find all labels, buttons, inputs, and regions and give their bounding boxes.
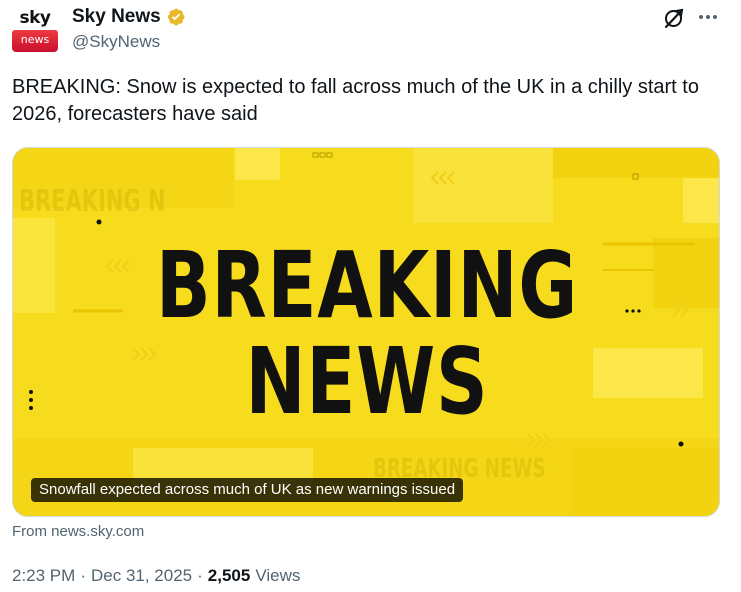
meta-separator: · [197, 566, 203, 585]
tweet-date[interactable]: Dec 31, 2025 [91, 566, 192, 586]
card-headline-line-2: NEWS [245, 328, 489, 435]
more-icon[interactable] [696, 5, 720, 29]
card-headline-line-1: BREAKING [155, 232, 579, 339]
display-name[interactable]: Sky News [72, 6, 161, 28]
tweet-time[interactable]: 2:23 PM [12, 566, 75, 586]
card-ghost-text-top: BREAKING N [19, 184, 166, 219]
tweet: sky news Sky News @SkyNews BREAKING: Sno… [0, 0, 741, 592]
tweet-meta: 2:23 PM · Dec 31, 2025 · 2,505 Views [12, 566, 300, 586]
views-label: Views [255, 566, 301, 585]
avatar-news-text: news [12, 30, 58, 52]
avatar[interactable]: sky news [12, 6, 58, 52]
grok-icon[interactable] [662, 6, 686, 30]
display-name-row[interactable]: Sky News [72, 6, 186, 28]
meta-separator: · [80, 566, 86, 585]
verified-badge-icon[interactable] [166, 7, 186, 27]
card-source[interactable]: From news.sky.com [12, 523, 144, 540]
card-caption[interactable]: Snowfall expected across much of UK as n… [31, 478, 464, 502]
link-card[interactable]: BREAKING N BREAKING NEWS BREAKING NEWS S… [12, 147, 720, 517]
avatar-sky-text: sky [19, 8, 51, 28]
tweet-text: BREAKING: Snow is expected to fall acros… [12, 76, 699, 125]
handle[interactable]: @SkyNews [72, 32, 160, 52]
view-count: 2,505 [207, 566, 251, 585]
